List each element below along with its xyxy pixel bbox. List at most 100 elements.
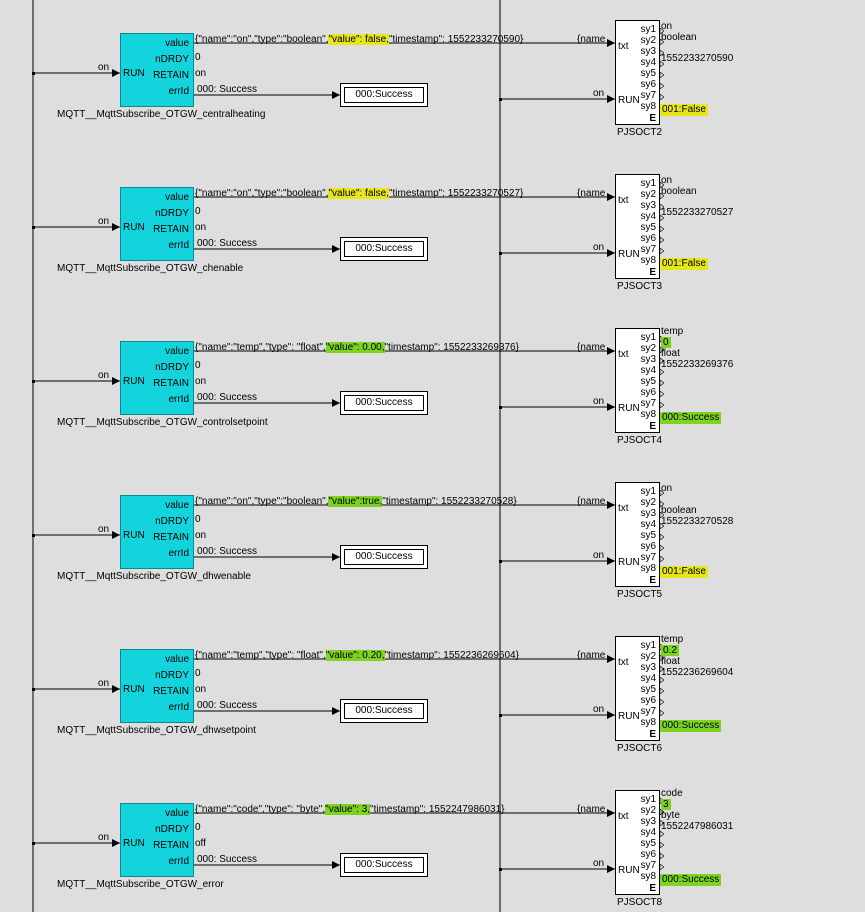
pjsoct-block[interactable]: sy1 sy2 sy3 sy4 sy5 sy6 sy7 sy8 Etxt RUN	[615, 636, 665, 741]
pj-output-value-3: 1552233270527	[661, 207, 734, 218]
pj-output-value-1: temp	[661, 326, 684, 337]
result-display-value: 000:Success	[344, 549, 424, 565]
port-sy4-label: sy4	[640, 365, 656, 376]
mqtt-subscribe-block[interactable]: value nDRDY RETAIN errId RUN	[120, 341, 194, 415]
port-retain-label: RETAIN	[153, 378, 189, 389]
result-display-box: 000:Success	[340, 699, 428, 723]
port-sy2-label: sy2	[640, 35, 656, 46]
retain-output-value: on	[195, 68, 207, 79]
run-input-arrow	[112, 69, 120, 77]
port-sy3-label: sy3	[640, 200, 656, 211]
json-payload: {"name":"code","type": "byte","value": 3…	[195, 804, 504, 815]
pjsoct-name: PJSOCT2	[617, 127, 663, 138]
junction-dot	[499, 560, 502, 563]
port-sy7-label: sy7	[640, 398, 656, 409]
errid-output-value: 000: Success	[197, 700, 258, 711]
mqtt-subscribe-block[interactable]: value nDRDY RETAIN errId RUN	[120, 803, 194, 877]
port-sy8-label: sy8	[640, 563, 656, 574]
pj-output-value-2: 3	[661, 799, 671, 810]
retain-output-value: on	[195, 684, 207, 695]
json-payload: {"name":"on","type":"boolean","value": f…	[195, 34, 523, 45]
pj-e-output-value: 001:False	[660, 566, 708, 578]
port-sy6-label: sy6	[640, 695, 656, 706]
port-sy4-label: sy4	[640, 673, 656, 684]
json-value-highlight: "value": 0.20,	[325, 650, 385, 661]
errid-output-value: 000: Success	[197, 84, 258, 95]
pjsoct-block[interactable]: sy1 sy2 sy3 sy4 sy5 sy6 sy7 sy8 Etxt RUN	[615, 174, 665, 279]
port-run-label: RUN	[123, 530, 145, 541]
result-display-value: 000:Success	[344, 857, 424, 873]
pj-name-input-label: {name	[577, 496, 606, 507]
pj-output-value-2: boolean	[661, 32, 697, 43]
port-sy8-label: sy8	[640, 871, 656, 882]
pj-e-output-value: 000:Success	[660, 412, 722, 424]
mqtt-subscribe-block[interactable]: value nDRDY RETAIN errId RUN	[120, 495, 194, 569]
port-sy3-label: sy3	[640, 46, 656, 57]
value-output-arrow	[607, 39, 615, 47]
json-suffix: "timestamp": 1552233269376}	[384, 342, 519, 353]
pj-run-input-value: on	[593, 396, 605, 407]
port-sy7-tick	[659, 400, 665, 409]
errid-output-arrow	[332, 399, 340, 407]
pj-run-arrow	[607, 865, 615, 873]
port-value-label: value	[165, 346, 189, 357]
json-suffix: "timestamp": 1552233270527}	[388, 188, 524, 199]
json-suffix: "timestamp": 1552233270528}	[382, 496, 517, 507]
port-sy1-label: sy1	[640, 640, 656, 651]
pj-run-input-value: on	[593, 704, 605, 715]
pjsoct-block[interactable]: sy1 sy2 sy3 sy4 sy5 sy6 sy7 sy8 Etxt RUN	[615, 328, 665, 433]
port-sy5-label: sy5	[640, 222, 656, 233]
port-errid-label: errId	[168, 548, 189, 559]
pj-e-output-value: 001:False	[660, 104, 708, 116]
result-display-value: 000:Success	[344, 87, 424, 103]
pj-name-input-label: {name	[577, 804, 606, 815]
run-input-arrow	[112, 377, 120, 385]
ndrdy-output-value: 0	[195, 360, 201, 371]
errid-output-arrow	[332, 553, 340, 561]
port-value-label: value	[165, 500, 189, 511]
port-sy6-tick	[659, 543, 665, 552]
errid-output-value: 000: Success	[197, 546, 258, 557]
pjsoct-block[interactable]: sy1 sy2 sy3 sy4 sy5 sy6 sy7 sy8 Etxt RUN	[615, 790, 665, 895]
junction-dot	[499, 714, 502, 717]
pjsoct-name: PJSOCT4	[617, 435, 663, 446]
errid-output-arrow	[332, 91, 340, 99]
port-sy5-label: sy5	[640, 376, 656, 387]
port-sy2-label: sy2	[640, 343, 656, 354]
value-output-arrow	[607, 501, 615, 509]
run-input-value: on	[98, 216, 110, 227]
run-input-arrow	[112, 685, 120, 693]
port-sy4-label: sy4	[640, 519, 656, 530]
junction-dot	[499, 252, 502, 255]
port-ndrdy-label: nDRDY	[155, 670, 189, 681]
value-output-arrow	[607, 347, 615, 355]
port-sy4-label: sy4	[640, 57, 656, 68]
port-errid-label: errId	[168, 240, 189, 251]
json-value-highlight: "value": 0.00,	[325, 342, 385, 353]
port-sy7-label: sy7	[640, 706, 656, 717]
port-run-label: RUN	[618, 711, 640, 722]
port-sy6-tick	[659, 851, 665, 860]
ndrdy-output-value: 0	[195, 52, 201, 63]
errid-output-arrow	[332, 245, 340, 253]
mqtt-subscribe-block[interactable]: value nDRDY RETAIN errId RUN	[120, 187, 194, 261]
ndrdy-output-value: 0	[195, 668, 201, 679]
block-name: MQTT__MqttSubscribe_OTGW_error	[57, 879, 224, 890]
port-sy2-label: sy2	[640, 189, 656, 200]
port-run-label: RUN	[618, 403, 640, 414]
port-sy2-label: sy2	[640, 805, 656, 816]
pj-run-arrow	[607, 249, 615, 257]
mqtt-subscribe-block[interactable]: value nDRDY RETAIN errId RUN	[120, 649, 194, 723]
pjsoct-block[interactable]: sy1 sy2 sy3 sy4 sy5 sy6 sy7 sy8 Etxt RUN	[615, 20, 665, 125]
pj-run-input-value: on	[593, 88, 605, 99]
port-sy6-label: sy6	[640, 541, 656, 552]
run-input-value: on	[98, 678, 110, 689]
pjsoct-block[interactable]: sy1 sy2 sy3 sy4 sy5 sy6 sy7 sy8 Etxt RUN	[615, 482, 665, 587]
junction-dot	[32, 72, 35, 75]
port-sy7-tick	[659, 92, 665, 101]
json-prefix: {"name":"code","type": "byte",	[195, 804, 326, 815]
port-e-label: E	[649, 267, 656, 278]
mqtt-subscribe-block[interactable]: value nDRDY RETAIN errId RUN	[120, 33, 194, 107]
port-retain-label: RETAIN	[153, 840, 189, 851]
port-sy5-label: sy5	[640, 838, 656, 849]
